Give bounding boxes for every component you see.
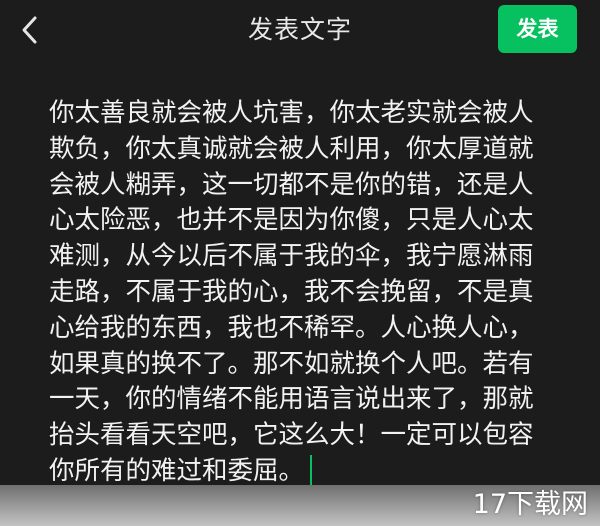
text-cursor	[310, 454, 313, 485]
post-text[interactable]: 你太善良就会被人坑害，你太老实就会被人欺负，你太真诚就会被人利用，你太厚道就会被…	[49, 98, 534, 486]
text-editor[interactable]: 你太善良就会被人坑害，你太老实就会被人欺负，你太真诚就会被人利用，你太厚道就会被…	[49, 96, 549, 516]
publish-button[interactable]: 发表	[498, 5, 577, 53]
top-bar: 发表文字 发表	[0, 0, 600, 62]
watermark-text: 17下载网	[472, 489, 588, 520]
